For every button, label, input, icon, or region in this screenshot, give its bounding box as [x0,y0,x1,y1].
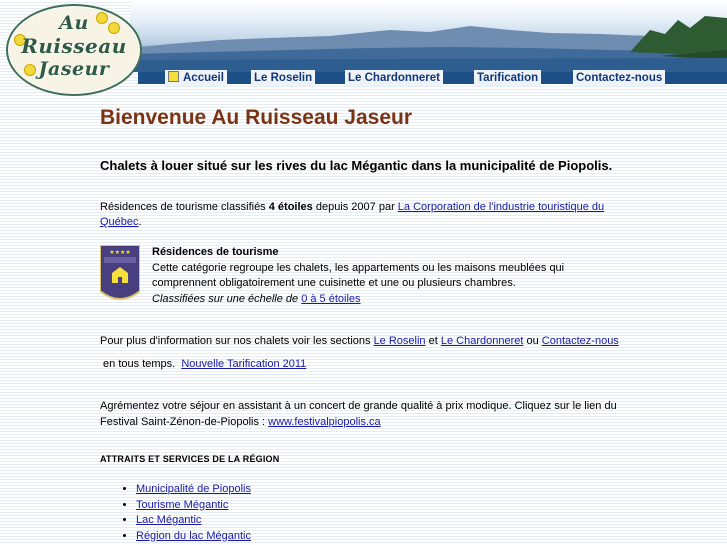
list-item: Région du lac Mégantic [136,529,251,545]
lac-megantic-link[interactable]: Lac Mégantic [136,514,201,526]
classification-paragraph: Résidences de tourisme classifiés 4 étoi… [100,200,620,230]
tourism-info: Résidences de tourisme Cette catégorie r… [152,245,622,307]
lake-banner-image [130,0,727,72]
festival-link[interactable]: www.festivalpiopolis.ca [268,416,381,428]
piopolis-link[interactable]: Municipalité de Piopolis [136,483,251,495]
active-square-icon [168,71,179,82]
region-links-list: Municipalité de Piopolis Tourisme Mégant… [120,482,251,544]
logo[interactable]: Au Ruisseau Jaseur [6,4,142,96]
info-paragraph: Pour plus d'information sur nos chalets … [100,330,620,376]
nav-label-contact: Contactez-nous [576,72,663,84]
region-megantic-link[interactable]: Région du lac Mégantic [136,530,251,542]
p1-mid: depuis 2007 par [312,201,398,213]
nav-label-roselin: Le Roselin [254,72,313,84]
svg-text:★★★★: ★★★★ [109,249,131,256]
roselin-link[interactable]: Le Roselin [374,335,426,347]
tourisme-megantic-link[interactable]: Tourisme Mégantic [136,499,228,511]
p2-text1: Pour plus d'information sur nos chalets … [100,335,374,347]
tourism-badge-icon: ★★★★ [100,245,140,300]
tourism-title: Résidences de tourisme [152,246,279,258]
lake-landscape-icon [130,16,727,72]
festival-paragraph: Agrémentez votre séjour en assistant à u… [100,399,620,430]
tourism-scale-text: Classifiées sur une échelle de [152,292,302,305]
nav-label-chardonneret: Le Chardonneret [348,72,441,84]
page-title: Bienvenue Au Ruisseau Jaseur [100,106,413,129]
p2-text4: en tous temps. [100,358,182,370]
list-item: Municipalité de Piopolis [136,482,251,498]
section-heading: ATTRAITS ET SERVICES DE LA RÉGION [100,454,280,464]
p1-end: . [138,216,142,228]
page-subtitle: Chalets à louer situé sur les rives du l… [100,158,613,173]
nav-item-accueil[interactable]: Accueil [165,70,227,86]
tourism-description: Cette catégorie regroupe les chalets, le… [152,261,565,290]
nav-item-tarification[interactable]: Tarification [474,70,542,86]
nav-item-chardonneret[interactable]: Le Chardonneret [345,70,444,86]
logo-text-line3: Jaseur [38,58,110,80]
tarification-link[interactable]: Nouvelle Tarification 2011 [181,358,306,370]
list-item: Tourisme Mégantic [136,498,251,514]
p2-text3: ou [523,335,542,347]
nav-label-tarification: Tarification [477,72,539,84]
chardonneret-link[interactable]: Le Chardonneret [441,335,524,347]
nav-label-accueil: Accueil [183,72,224,84]
site-header: Au Ruisseau Jaseur Accueil Le Roselin Le… [0,0,727,96]
logo-text-line2: Ruisseau [21,34,127,58]
p1-text: Résidences de tourisme classifiés [100,201,269,213]
logo-text-line1: Au [59,12,89,34]
list-item: Lac Mégantic [136,513,251,529]
nav-item-contact[interactable]: Contactez-nous [573,70,666,86]
p2-text2: et [425,335,441,347]
p1-bold: 4 étoiles [268,201,313,213]
nav-item-roselin[interactable]: Le Roselin [251,70,316,86]
contact-link[interactable]: Contactez-nous [542,335,619,347]
scale-link[interactable]: 0 à 5 étoiles [301,293,360,305]
